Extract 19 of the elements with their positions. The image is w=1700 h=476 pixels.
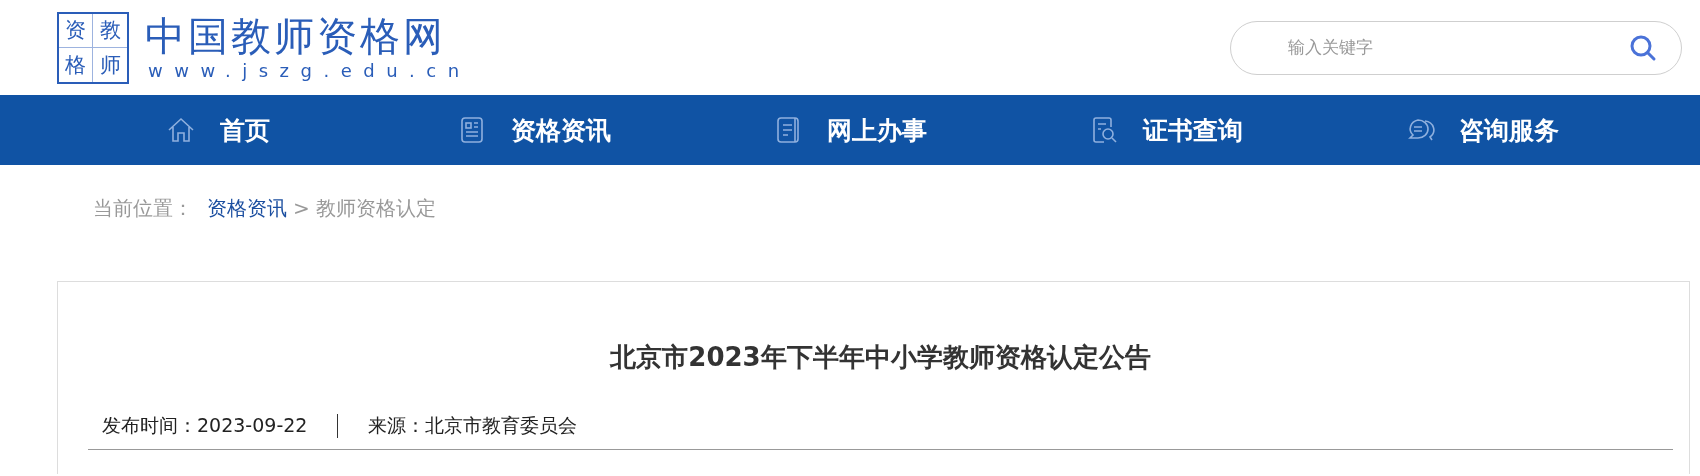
nav-item[interactable]: 资格资讯 bbox=[376, 95, 692, 165]
nav-item[interactable]: 首页 bbox=[60, 95, 376, 165]
breadcrumb-label: 当前位置： bbox=[93, 194, 193, 222]
logo-character: 师 bbox=[98, 51, 122, 79]
article-title: 北京市2023年下半年中小学教师资格认定公告 bbox=[608, 341, 1152, 374]
nav-item[interactable]: 网上办事 bbox=[692, 95, 1008, 165]
article-source: 来源：北京市教育委员会 bbox=[368, 413, 578, 438]
nav-item[interactable]: 证书查询 bbox=[1008, 95, 1324, 165]
nav-item[interactable]: 咨询服务 bbox=[1324, 95, 1640, 165]
breadcrumb-link[interactable]: 资格资讯 bbox=[207, 194, 287, 222]
logo-character: 教 bbox=[93, 13, 127, 48]
logo-character: 资 bbox=[59, 13, 93, 48]
search-icon[interactable] bbox=[1629, 33, 1657, 62]
logo-character: 格 bbox=[59, 47, 93, 82]
breadcrumb-current: > 教师资格认定 bbox=[293, 194, 437, 222]
publish-date: 发布时间：2023-09-22 bbox=[102, 413, 308, 438]
site-url: www.jszg.edu.cn bbox=[148, 58, 471, 83]
home-icon bbox=[166, 115, 196, 145]
site-name: 中国教师资格网 bbox=[145, 12, 447, 59]
